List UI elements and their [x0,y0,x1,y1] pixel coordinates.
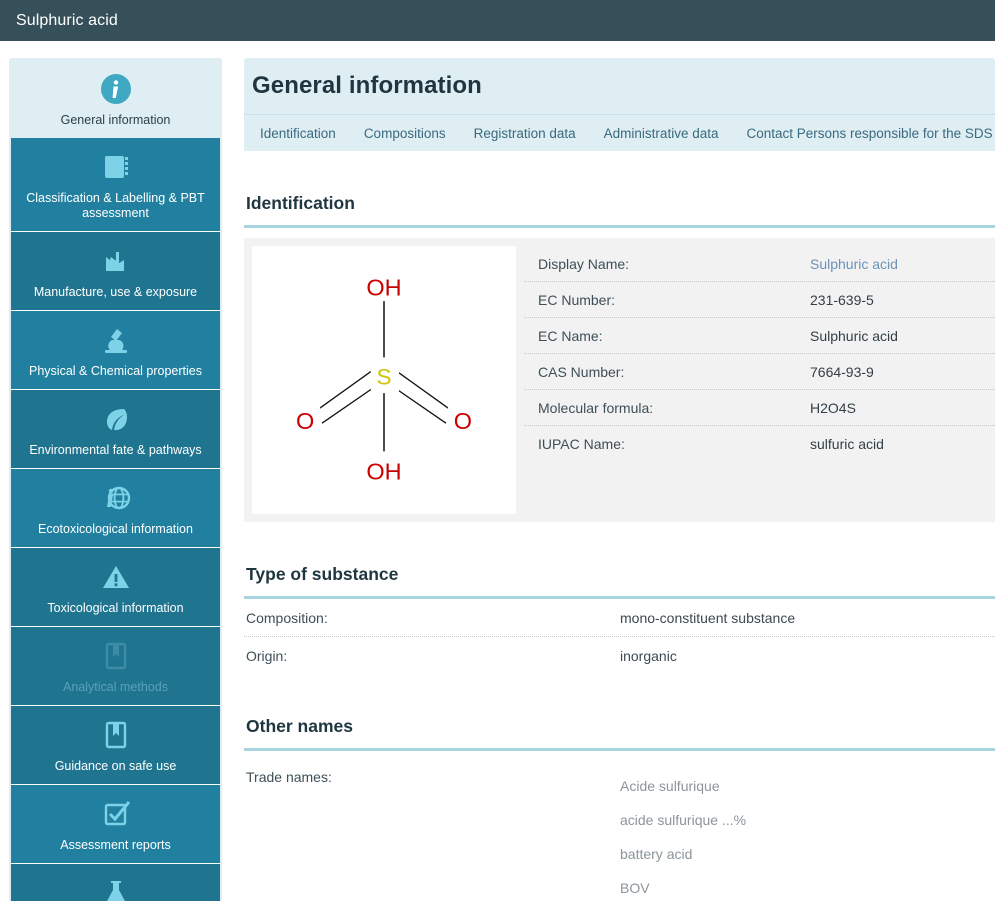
sulphuric-acid-structure-svg: OH OH S O O [291,271,477,485]
identification-fields-table: Display Name: Sulphuric acid EC Number: … [524,238,995,522]
trade-name-item: Acide sulfurique [620,778,720,794]
row-value-origin: inorganic [620,648,677,664]
sidebar-item-analytical-methods: Analytical methods [11,627,220,706]
main-content: General information Identification Compo… [244,58,995,901]
panel-title: General information [252,72,482,99]
field-row: Display Name: Sulphuric acid [524,246,995,282]
globe-info-icon [99,481,133,515]
trade-name-item: acide sulfurique ...% [620,812,747,828]
tab-identification[interactable]: Identification [246,117,350,150]
panel-header: General information Identification Compo… [244,58,995,151]
sidebar-item-guidance-on-safe-use[interactable]: Guidance on safe use [11,706,220,785]
row-label: Origin: [246,648,288,664]
sidebar-item-label: Assessment reports [60,838,171,852]
field-value-iupac-name: sulfuric acid [810,436,884,452]
svg-text:OH: OH [366,459,401,485]
tab-bar: Identification Compositions Registration… [244,114,995,151]
warning-triangle-icon [99,560,133,594]
tab-compositions[interactable]: Compositions [350,117,460,150]
field-label: Molecular formula: [538,400,654,416]
flask-icon [99,876,133,901]
sidebar-item-label: Guidance on safe use [54,759,177,773]
sidebar-item-label: Physical & Chemical properties [29,364,202,378]
field-row: EC Number: 231-639-5 [524,282,995,318]
field-row: Molecular formula: H2O4S [524,390,995,426]
tab-administrative-data[interactable]: Administrative data [590,117,733,150]
svg-text:O: O [454,408,472,434]
section-type-of-substance: Type of substance Composition: mono-cons… [244,564,995,674]
field-value-molecular-formula: H2O4S [810,400,856,416]
row-value-composition: mono-constituent substance [620,610,796,626]
trade-name-item: BOV [620,880,650,896]
field-value-ec-name: Sulphuric acid [810,328,898,344]
microscope-icon [99,323,133,357]
trade-names-list: Acide sulfurique acide sulfurique ...% b… [620,769,746,901]
field-label: EC Name: [538,328,603,344]
field-value-display-name[interactable]: Sulphuric acid [810,256,898,272]
svg-text:O: O [296,408,314,434]
sidebar-item-label: General information [60,113,171,127]
svg-text:OH: OH [366,274,401,300]
page-body: General information Classification & Lab… [0,41,995,901]
identification-block: OH OH S O O Display Name: Sulphuric acid… [244,238,995,522]
molecular-structure-image: OH OH S O O [252,246,516,514]
table-row: Origin: inorganic [244,637,995,674]
table-row: Composition: mono-constituent substance [244,599,995,637]
factory-icon [99,244,133,278]
field-row: EC Name: Sulphuric acid [524,318,995,354]
book-icon [99,150,133,184]
section-identification: Identification OH OH S O O Display Name:… [244,193,995,522]
field-label: Display Name: [538,256,630,272]
row-label: Composition: [246,610,328,626]
tab-registration-data[interactable]: Registration data [460,117,590,150]
check-square-icon [99,797,133,831]
section-divider [244,225,995,228]
field-label: EC Number: [538,292,616,308]
tab-contact-persons-sds[interactable]: Contact Persons responsible for the SDS [732,117,995,150]
sidebar-item-assessment-reports[interactable]: Assessment reports [11,785,220,864]
sidebar-item-manufacture-use-exposure[interactable]: Manufacture, use & exposure [11,232,220,311]
svg-text:S: S [376,365,391,390]
bookmark-icon [99,718,133,752]
field-label: CAS Number: [538,364,625,380]
field-value-ec-number: 231-639-5 [810,292,874,308]
info-circle-icon [99,72,133,106]
field-label: IUPAC Name: [538,436,625,452]
app-header-bar: Sulphuric acid [0,0,995,41]
section-other-names: Other names Trade names: Acide sulfuriqu… [244,716,995,901]
leaf-icon [99,402,133,436]
field-value-cas-number: 7664-93-9 [810,364,874,380]
field-row: IUPAC Name: sulfuric acid [524,426,995,461]
section-heading: Other names [246,716,353,736]
section-heading: Identification [246,193,355,213]
sidebar-item-environmental-fate-pathways[interactable]: Environmental fate & pathways [11,390,220,469]
sidebar-item-label: Toxicological information [47,601,184,615]
sidebar-item-reference-substances[interactable]: Reference substances [11,864,220,901]
table-row: Trade names: Acide sulfurique acide sulf… [244,751,995,901]
sidebar-item-label: Analytical methods [63,680,168,694]
trade-name-item: battery acid [620,846,693,862]
page-title: Sulphuric acid [16,11,118,29]
row-label-trade-names: Trade names: [246,769,332,785]
section-heading: Type of substance [246,564,399,584]
sidebar-item-label: Environmental fate & pathways [29,443,202,457]
sidebar-item-classification-labelling-pbt[interactable]: Classification & Labelling & PBT assessm… [11,138,220,232]
sidebar-item-toxicological-information[interactable]: Toxicological information [11,548,220,627]
sidebar-nav: General information Classification & Lab… [9,58,222,901]
sidebar-item-physical-chemical-properties[interactable]: Physical & Chemical properties [11,311,220,390]
sidebar-item-label: Classification & Labelling & PBT assessm… [26,191,205,220]
sidebar-item-label: Ecotoxicological information [38,522,193,536]
field-row: CAS Number: 7664-93-9 [524,354,995,390]
sidebar-item-label: Manufacture, use & exposure [33,285,198,299]
sidebar-item-ecotoxicological-information[interactable]: Ecotoxicological information [11,469,220,548]
bookmark-icon [99,639,133,673]
sidebar-item-general-information[interactable]: General information [11,60,220,138]
